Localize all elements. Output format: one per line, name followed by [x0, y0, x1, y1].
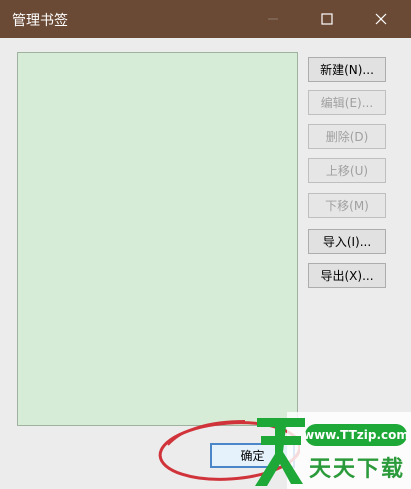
move-down-button[interactable]: 下移(M) [308, 193, 386, 218]
watermark-name: 天天下载 [308, 457, 405, 482]
minimize-icon [268, 18, 278, 20]
watermark-url: www.TTzip.com [303, 424, 409, 446]
maximize-icon [321, 13, 333, 25]
move-up-button[interactable]: 上移(U) [308, 158, 386, 183]
export-button[interactable]: 导出(X)... [308, 263, 386, 288]
close-button[interactable] [358, 0, 404, 38]
window-title: 管理书签 [12, 13, 68, 29]
new-button[interactable]: 新建(N)... [308, 57, 386, 82]
minimize-button[interactable] [250, 0, 296, 38]
bookmark-list[interactable] [17, 52, 298, 426]
manage-bookmarks-dialog: 管理书签 新建(N)... 编辑(E)... 删除(D) 上移(U) 下移(M)… [0, 0, 411, 489]
watermark-logo-icon [255, 418, 305, 486]
close-icon [375, 13, 387, 25]
maximize-button[interactable] [304, 0, 350, 38]
import-button[interactable]: 导入(I)... [308, 229, 386, 254]
title-bar[interactable]: 管理书签 [0, 0, 411, 38]
delete-button[interactable]: 删除(D) [308, 124, 386, 149]
edit-button[interactable]: 编辑(E)... [308, 90, 386, 115]
